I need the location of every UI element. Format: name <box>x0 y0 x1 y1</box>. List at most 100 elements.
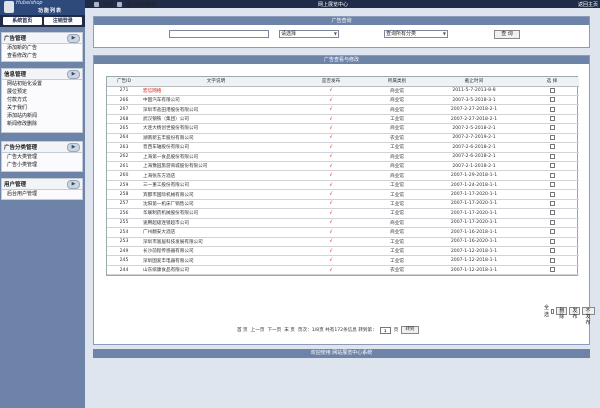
col-header-id: 广告ID <box>107 77 141 87</box>
unpublish-button[interactable]: 不发布 <box>582 307 596 326</box>
row-published: √ <box>291 133 371 144</box>
group-info-header[interactable]: 信息管理 ▶ <box>2 69 82 80</box>
next-page-link[interactable]: 下一页 <box>267 327 281 333</box>
group-ads-header[interactable]: 广告管理 ▶ <box>2 33 82 44</box>
row-published: √ <box>291 180 371 191</box>
row-checkbox[interactable] <box>549 87 555 93</box>
select-all-label: 全选 <box>544 305 550 318</box>
sidebar-item-booth[interactable]: 展位预定 <box>2 88 82 96</box>
row-checkbox[interactable] <box>549 219 555 225</box>
table-row: 262 上海第一食品股份有限公司 √ 商业馆 2007-2-6-2018-2-1 <box>107 152 579 163</box>
row-checkbox[interactable] <box>549 134 555 140</box>
group-ads: 广告管理 ▶ 添加新的广告 查看修改广告 <box>1 32 83 62</box>
table-row: 258 宾都市国际机械有限公司 √ 工业馆 2007-1-17-2020-1-1 <box>107 189 579 200</box>
row-checkbox[interactable] <box>549 153 555 159</box>
sidebar-item-payment[interactable]: 付款方式 <box>2 96 82 104</box>
row-published: √ <box>291 189 371 200</box>
sidebar-item-admin-users[interactable]: 后台用户管理 <box>2 190 82 198</box>
group-title: 信息管理 <box>4 72 27 78</box>
row-checkbox[interactable] <box>549 144 555 150</box>
row-checkbox[interactable] <box>549 116 555 122</box>
nav-home-button[interactable]: 系统首页 <box>3 17 42 25</box>
collapse-icon[interactable]: ▶ <box>67 180 80 189</box>
row-checkbox[interactable] <box>549 106 555 112</box>
first-page-link[interactable]: 首 页 <box>237 327 248 333</box>
table-row: 244 山东缤康食品有限公司 √ 农业馆 2007-1-12-2018-1-1 <box>107 265 579 276</box>
group-users-header[interactable]: 用户管理 ▶ <box>2 179 82 190</box>
row-text: 宾都市国际机械有限公司 <box>141 189 291 200</box>
row-text: 湖南新五丰股份有限公司 <box>141 133 291 144</box>
row-checkbox[interactable] <box>549 200 555 206</box>
row-checkbox[interactable] <box>549 229 555 235</box>
search-button[interactable]: 查 询 <box>494 30 520 39</box>
sidebar-item-site-settings[interactable]: 网站初始化设置 <box>2 80 82 88</box>
row-checkbox[interactable] <box>549 210 555 216</box>
sidebar-item-edit-news[interactable]: 新闻修改删除 <box>2 120 82 128</box>
row-published: √ <box>291 199 371 210</box>
row-published: √ <box>291 265 371 276</box>
site-title: 网上展览中心 <box>318 2 349 8</box>
row-checkbox[interactable] <box>549 238 555 244</box>
field-select[interactable]: 请选择 ▼ <box>279 30 339 38</box>
page-number-input[interactable] <box>379 326 391 334</box>
delete-button[interactable]: 删 除 <box>556 307 568 320</box>
row-category: 工业馆 <box>371 246 423 257</box>
sidebar-item-minor-categories[interactable]: 广告小类管理 <box>2 161 82 169</box>
home-icon[interactable] <box>94 2 99 7</box>
row-deadline: 2007-1-12-2018-1-1 <box>423 255 525 266</box>
row-deadline: 2011-5-7-2013-8-8 <box>423 86 525 96</box>
last-page-link[interactable]: 末 页 <box>284 327 295 333</box>
row-checkbox[interactable] <box>549 267 555 273</box>
collapse-icon[interactable]: ▶ <box>67 34 80 43</box>
sidebar-item-add-news[interactable]: 添加站内新闻 <box>2 112 82 120</box>
panel-icon[interactable] <box>117 2 123 7</box>
row-checkbox[interactable] <box>549 163 555 169</box>
row-id: 254 <box>107 227 141 238</box>
sidebar-item-major-categories[interactable]: 广告大类管理 <box>2 153 82 161</box>
collapse-icon[interactable]: ▶ <box>67 143 80 152</box>
row-category: 工业馆 <box>371 142 423 153</box>
row-id: 265 <box>107 123 141 134</box>
return-home-link[interactable]: 返回主页 <box>578 1 598 8</box>
row-deadline: 2007-3-5-2018-3-1 <box>423 95 525 106</box>
row-checkbox[interactable] <box>549 172 555 178</box>
search-input[interactable] <box>169 30 269 38</box>
row-select <box>525 218 579 229</box>
select-all-checkbox[interactable] <box>551 308 555 314</box>
row-published: √ <box>291 95 371 106</box>
row-checkbox[interactable] <box>549 182 555 188</box>
row-published: √ <box>291 104 371 115</box>
row-checkbox[interactable] <box>549 125 555 131</box>
row-select <box>525 189 579 200</box>
row-checkbox[interactable] <box>549 257 555 263</box>
sidebar-item-view-ads[interactable]: 查看修改广告 <box>2 52 82 60</box>
sidebar: Hubeishop 功能列表 系统首页 注销登录 广告管理 ▶ 添加新的广告 查… <box>0 0 85 408</box>
nav-logout-button[interactable]: 注销登录 <box>43 17 82 25</box>
publish-button[interactable]: 发布 <box>569 307 581 320</box>
col-header-deadline: 截止时间 <box>423 77 525 87</box>
row-category: 商业馆 <box>371 104 423 115</box>
row-published: √ <box>291 161 371 172</box>
sidebar-item-add-ad[interactable]: 添加新的广告 <box>2 44 82 52</box>
row-select <box>525 265 579 276</box>
row-category: 商业馆 <box>371 123 423 134</box>
row-checkbox[interactable] <box>549 97 555 103</box>
row-id: 255 <box>107 218 141 229</box>
row-id: 263 <box>107 142 141 153</box>
row-checkbox[interactable] <box>549 191 555 197</box>
category-select[interactable]: 查询所有分类 ▼ <box>384 30 448 38</box>
prev-page-link[interactable]: 上一页 <box>251 327 265 333</box>
field-select-value: 请选择 <box>281 31 297 37</box>
row-checkbox[interactable] <box>549 248 555 254</box>
control-panel-link[interactable]: 进入控制面板 <box>126 1 156 8</box>
table-row: 254 广州翻安大酒店 √ 商业馆 2007-1-16-2018-1-1 <box>107 227 579 238</box>
row-text: 武汉钢铁（集团）公司 <box>141 114 291 125</box>
collapse-icon[interactable]: ▶ <box>67 70 80 79</box>
row-select <box>525 104 579 115</box>
sidebar-item-about[interactable]: 关于我们 <box>2 104 82 112</box>
row-text: 宏信网络 <box>141 86 291 96</box>
go-page-button[interactable]: 转到 <box>401 326 419 334</box>
group-categories-header[interactable]: 广告分类管理 ▶ <box>2 142 82 153</box>
row-published: √ <box>291 142 371 153</box>
row-select <box>525 180 579 191</box>
